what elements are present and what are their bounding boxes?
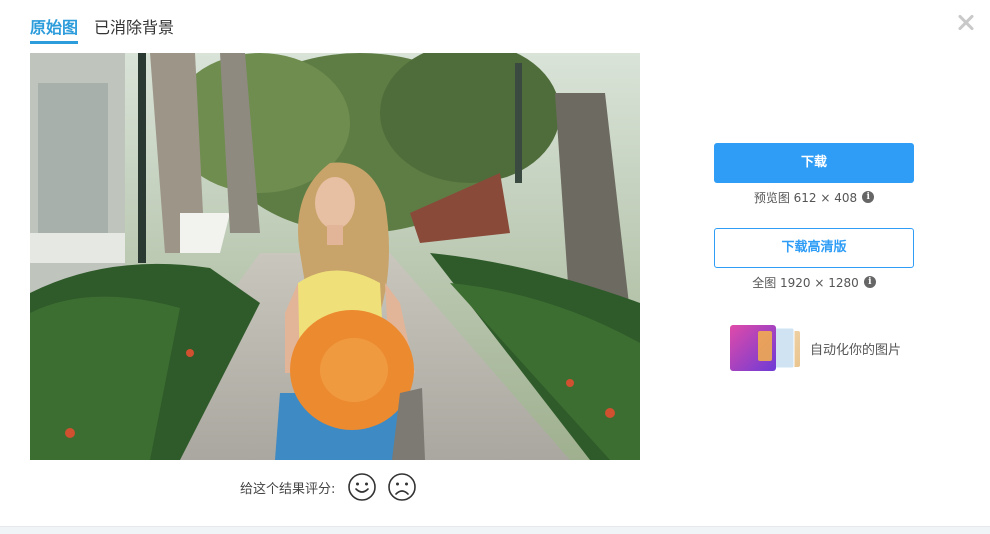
close-icon[interactable] bbox=[955, 12, 977, 34]
info-icon[interactable]: i bbox=[862, 191, 875, 203]
footer-divider bbox=[0, 526, 990, 534]
automation-promo[interactable]: 自动化你的图片 bbox=[730, 325, 901, 371]
smile-icon[interactable] bbox=[347, 472, 377, 502]
info-icon[interactable]: i bbox=[863, 276, 876, 288]
rating-label: 给这个结果评分: bbox=[240, 481, 336, 497]
rating-bar: 给这个结果评分: bbox=[240, 472, 417, 502]
preview-info: 预览图 612 × 408 i bbox=[714, 188, 914, 206]
tab-background-removed[interactable]: 已消除背景 bbox=[94, 17, 174, 44]
tab-original[interactable]: 原始图 bbox=[30, 17, 79, 44]
download-panel: 下载 预览图 612 × 408 i 下载高清版 全图 1920 × 1280 … bbox=[714, 143, 914, 291]
promo-thumbnails-icon bbox=[730, 325, 800, 371]
download-button[interactable]: 下载 bbox=[714, 143, 914, 183]
full-info: 全图 1920 × 1280 i bbox=[714, 273, 914, 291]
promo-text: 自动化你的图片 bbox=[810, 342, 902, 358]
original-photo bbox=[30, 53, 640, 460]
full-info-text: 全图 1920 × 1280 bbox=[752, 275, 859, 290]
preview-info-text: 预览图 612 × 408 bbox=[753, 190, 858, 205]
frown-icon[interactable] bbox=[387, 472, 417, 502]
download-hd-button[interactable]: 下载高清版 bbox=[714, 228, 914, 268]
tab-bar: 原始图 已消除背景 bbox=[30, 17, 174, 44]
